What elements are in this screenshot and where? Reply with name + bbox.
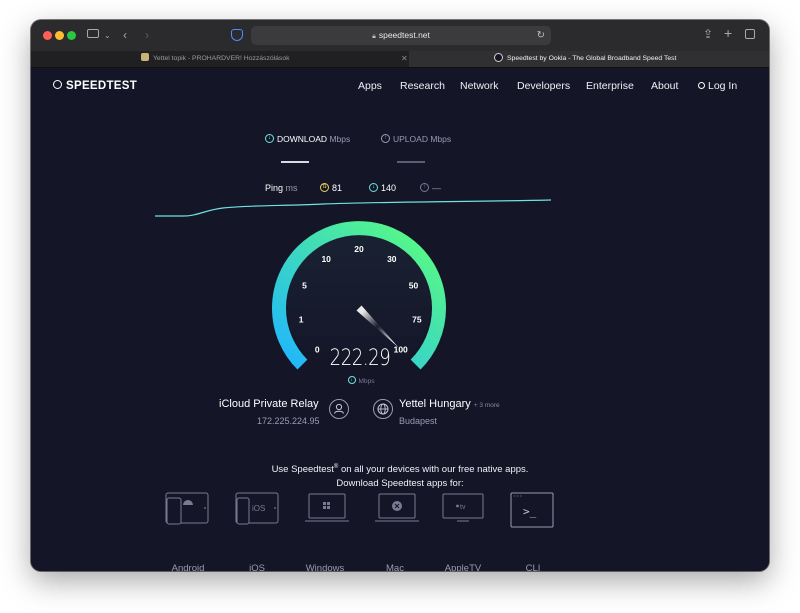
speed-gauge: 0151020305075100 (272, 221, 446, 378)
android-app-icon[interactable] (165, 492, 211, 528)
ping-upload-icon: ↑ (420, 183, 429, 193)
ios-icon-text: iOS (252, 504, 265, 513)
app-label-mac[interactable]: Mac (365, 563, 425, 571)
nav-research[interactable]: Research (400, 80, 445, 92)
chevron-down-icon[interactable]: ⌄ (104, 30, 111, 42)
download-tab-indicator (281, 161, 309, 163)
gauge-tick-label: 5 (302, 280, 307, 290)
download-tab[interactable]: ↓ DOWNLOAD Mbps (265, 134, 350, 144)
reload-icon[interactable]: ↻ (537, 26, 545, 45)
mac-app-icon[interactable] (375, 492, 421, 528)
gauge-tick-label: 20 (354, 244, 364, 254)
ping-label: Ping ms (265, 183, 298, 193)
upload-tab-indicator (397, 161, 425, 163)
privacy-shield-icon[interactable] (231, 29, 243, 41)
tab-title: Yettel topik - PROHARDVER! Hozzászólások (153, 55, 290, 62)
promo-line-1: Use Speedtest® on all your devices with … (271, 464, 529, 476)
tab-bar: Yettel topik - PROHARDVER! Hozzászólások… (31, 51, 769, 68)
forward-icon[interactable]: › (145, 29, 149, 41)
download-arrow-icon: ↓ (265, 134, 274, 144)
app-label-windows[interactable]: Windows (295, 563, 355, 571)
gauge-tick-label: 0 (315, 345, 320, 355)
new-tab-icon[interactable]: + (724, 26, 732, 40)
login-link[interactable]: Log In (698, 80, 737, 92)
nav-network[interactable]: Network (460, 80, 499, 92)
server-location: Budapest (399, 416, 438, 426)
upload-arrow-icon: ↑ (381, 134, 390, 144)
upload-tab[interactable]: ↑ UPLOAD Mbps (381, 134, 451, 144)
change-server-link[interactable]: + 3 more (474, 402, 500, 409)
appletv-app-icon[interactable]: tv (441, 492, 487, 528)
ping-idle: ⇅ 81 (320, 183, 343, 193)
cli-app-icon[interactable]: >_ (509, 492, 555, 528)
tab-title: Speedtest by Ookla - The Global Broadban… (507, 55, 677, 62)
tab-speedtest[interactable]: Speedtest by Ookla - The Global Broadban… (409, 51, 769, 67)
back-icon[interactable]: ‹ (123, 29, 127, 41)
client-name: iCloud Private Relay (219, 398, 319, 410)
zoom-window-button[interactable] (67, 31, 76, 40)
cli-icon-text: >_ (523, 505, 537, 518)
app-label-android[interactable]: Android (158, 563, 218, 571)
speedtest-logo-icon (53, 80, 62, 90)
ping-download: ↓ 140 (369, 183, 396, 193)
speedtest-page: SPEEDTEST Apps Research Network Develope… (31, 68, 769, 571)
close-window-button[interactable] (43, 31, 52, 40)
user-icon (698, 81, 705, 89)
tab-overview-icon[interactable] (745, 29, 755, 39)
share-icon[interactable]: ⇪ (703, 28, 713, 40)
gauge-tick-label: 10 (321, 254, 331, 264)
speed-graph-line (155, 199, 552, 217)
speed-unit: ↓ Mbps (331, 376, 391, 385)
speed-value: 222.29 (329, 346, 391, 371)
app-label-appletv[interactable]: AppleTV (433, 563, 493, 571)
ping-idle-icon: ⇅ (320, 183, 329, 193)
browser-toolbar: ⌄ ‹ › 🔒︎ speedtest.net ↻ ⇪ + (31, 20, 769, 52)
nav-about[interactable]: About (651, 80, 678, 92)
sidebar-toggle-icon[interactable] (87, 29, 99, 38)
close-tab-icon[interactable]: ✕ (401, 51, 408, 67)
gauge-tick-label: 50 (409, 280, 419, 290)
address-bar[interactable]: 🔒︎ speedtest.net ↻ (251, 26, 551, 45)
download-small-icon: ↓ (347, 376, 356, 385)
windows-app-icon[interactable] (305, 492, 351, 528)
ping-download-icon: ↓ (369, 183, 378, 193)
promo-line-2: Download Speedtest apps for: (336, 478, 464, 489)
user-circle-icon[interactable] (329, 399, 349, 419)
nav-developers[interactable]: Developers (517, 80, 570, 92)
minimize-window-button[interactable] (55, 31, 64, 40)
app-label-cli[interactable]: CLI (503, 563, 563, 571)
ping-upload: ↑ — (420, 183, 441, 193)
gauge-tick-label: 1 (299, 315, 304, 325)
ookla-favicon-icon (494, 52, 503, 62)
browser-window: ⌄ ‹ › 🔒︎ speedtest.net ↻ ⇪ + Yettel topik… (31, 20, 769, 571)
address-text: speedtest.net (378, 30, 430, 40)
gauge-tick-label: 75 (412, 315, 422, 325)
gauge-tick-label: 30 (387, 254, 397, 264)
nav-enterprise[interactable]: Enterprise (586, 80, 634, 92)
appletv-icon-text: tv (460, 504, 466, 511)
prohardver-favicon-icon (141, 53, 149, 62)
client-ip: 172.225.224.95 (257, 416, 320, 426)
server-name[interactable]: Yettel Hungary + 3 more (399, 398, 500, 410)
globe-icon[interactable] (373, 399, 393, 419)
lock-icon: 🔒︎ (372, 33, 376, 40)
ios-app-icon[interactable]: iOS (235, 492, 281, 528)
nav-apps[interactable]: Apps (358, 80, 382, 92)
speed-graph (155, 199, 552, 217)
tab-prohardver[interactable]: Yettel topik - PROHARDVER! Hozzászólások (141, 51, 391, 67)
speedtest-logo[interactable]: SPEEDTEST (53, 80, 137, 92)
app-label-ios[interactable]: iOS (227, 563, 287, 571)
